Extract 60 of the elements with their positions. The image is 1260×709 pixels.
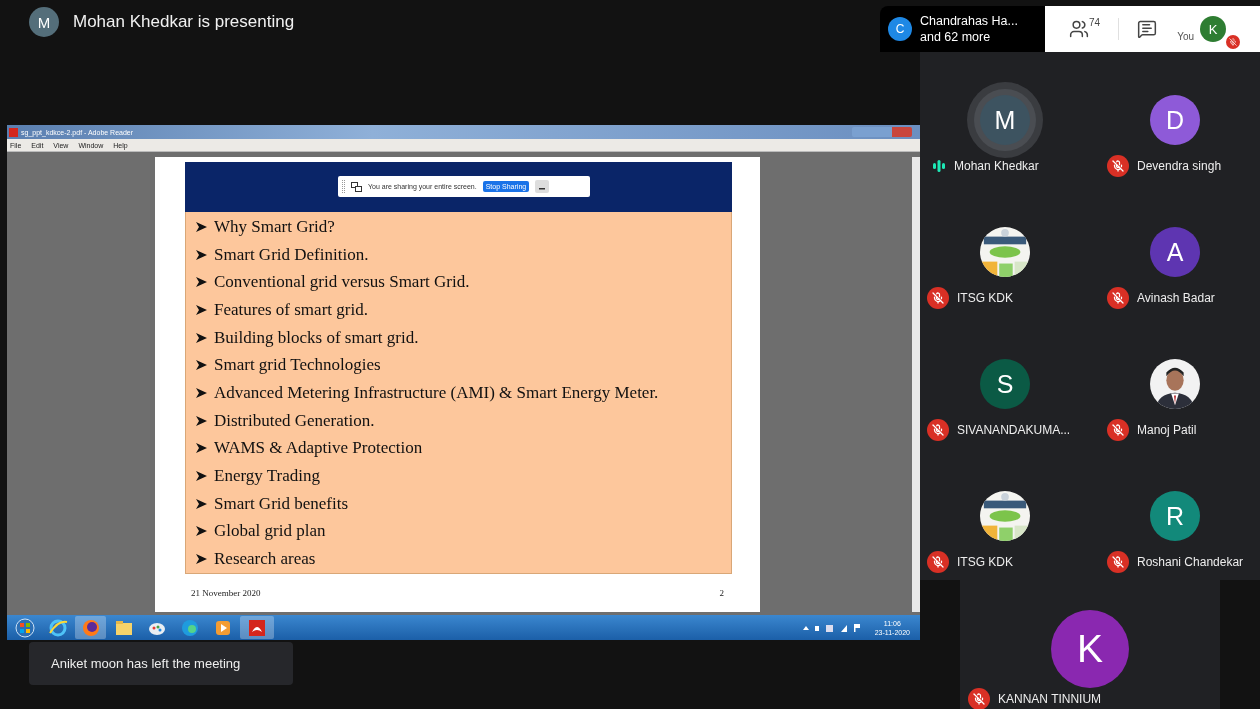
- people-icon: [1069, 19, 1089, 39]
- bullet-arrow-icon: [196, 249, 207, 260]
- bullet-arrow-icon: [196, 526, 207, 537]
- bullet-text: Building blocks of smart grid.: [214, 327, 419, 348]
- fox-browser-icon[interactable]: [75, 616, 106, 639]
- participant-name: Chandrahas Ha...: [920, 13, 1018, 29]
- bullet-text: Smart Grid benefits: [214, 493, 349, 514]
- bullet-arrow-icon: [196, 554, 207, 565]
- minimize-icon[interactable]: [535, 180, 550, 193]
- bullet-arrow-icon: [196, 387, 207, 398]
- participant-name: Avinash Badar: [1137, 291, 1215, 305]
- you-label: You: [1177, 31, 1194, 42]
- presenter-label: Mohan Khedkar is presenting: [73, 12, 295, 32]
- people-button[interactable]: 74: [1065, 15, 1105, 43]
- bullet-arrow-icon: [196, 221, 207, 232]
- bullet-text: Smart grid Technologies: [214, 355, 381, 376]
- bullet-arrow-icon: [196, 360, 207, 371]
- avatar: K: [1051, 610, 1129, 688]
- bullet-text: Energy Trading: [214, 466, 320, 487]
- bullet-arrow-icon: [196, 277, 207, 288]
- participant-name: Devendra singh: [1137, 159, 1222, 173]
- page-number: 2: [719, 588, 724, 598]
- bullet-text: Global grid plan: [214, 521, 326, 542]
- participant-name: KANNAN TINNIUM: [998, 692, 1102, 706]
- bullet-arrow-icon: [196, 498, 207, 509]
- participant-name: Manoj Patil: [1137, 423, 1197, 437]
- bullet-text: Smart Grid Definition.: [214, 244, 369, 265]
- bullet-arrow-icon: [196, 443, 207, 454]
- tray-icons[interactable]: [800, 622, 861, 633]
- avatar: A: [1150, 227, 1200, 277]
- bullet-text: Distributed Generation.: [214, 410, 375, 431]
- slide-date: 21 November 2020: [191, 588, 261, 598]
- avatar: C: [888, 17, 912, 41]
- participants-pill[interactable]: C Chandrahas Ha... and 62 more: [880, 6, 1045, 52]
- more-count: and 62 more: [920, 29, 992, 45]
- bullet-text: Advanced Metering Infrastructure (AMI) & Smart Energy Meter.: [214, 382, 659, 403]
- windows-icon: [351, 181, 362, 192]
- bullet-text: Features of smart grid.: [214, 299, 368, 320]
- bullet-text: Research areas: [214, 549, 316, 570]
- self-avatar: K: [1200, 16, 1226, 42]
- bullet-arrow-icon: [196, 415, 207, 426]
- participant-name: Mohan Khedkar: [954, 159, 1039, 173]
- participant-name: Roshani Chandekar: [1137, 555, 1244, 569]
- bullet-arrow-icon: [196, 304, 207, 315]
- avatar: D: [1150, 95, 1200, 145]
- avatar: S: [980, 359, 1030, 409]
- document-app-icon[interactable]: [240, 616, 274, 639]
- participant-name: SIVANANDAKUMA...: [957, 423, 1071, 437]
- notification-toast: Aniket moon has left the meeting: [29, 642, 293, 685]
- avatar: R: [1150, 491, 1200, 541]
- bullet-arrow-icon: [196, 471, 207, 482]
- bullet-arrow-icon: [196, 332, 207, 343]
- bullet-text: Conventional grid versus Smart Grid.: [214, 272, 470, 293]
- bullet-text: WAMS & Adaptive Protection: [214, 438, 423, 459]
- participant-name: ITSG KDK: [957, 555, 1013, 569]
- scrollbar[interactable]: [912, 157, 920, 612]
- participant-name: ITSG KDK: [957, 291, 1013, 305]
- presenter-avatar: M: [29, 7, 59, 37]
- pdf-icon: [9, 127, 18, 137]
- bullet-text: Why Smart Grid?: [214, 216, 335, 237]
